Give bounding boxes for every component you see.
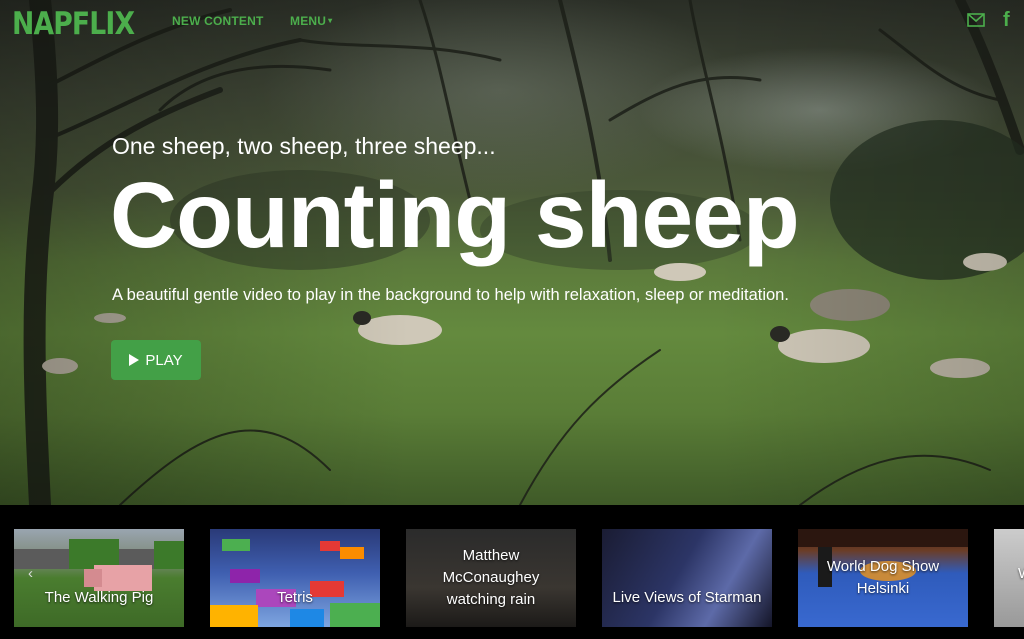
facebook-icon[interactable]: f bbox=[1003, 10, 1010, 30]
napflix-logo[interactable]: NAPFLIX bbox=[12, 9, 135, 40]
carousel-item-label: The Walking Pig bbox=[44, 589, 154, 606]
nav-new-content-link[interactable]: NEW CONTENT bbox=[172, 14, 264, 28]
play-icon bbox=[129, 354, 140, 366]
hero-title: Counting sheep bbox=[110, 163, 800, 267]
carousel-item-tetris[interactable]: Tetris bbox=[210, 529, 380, 627]
play-button-label: PLAY bbox=[145, 351, 183, 369]
carousel-item-label: Live Views of Starman bbox=[612, 589, 762, 606]
carousel-item-label: Tetris bbox=[277, 589, 313, 606]
carousel-item-label: Matthew McConaughey watching rain bbox=[442, 547, 540, 608]
carousel-item-walking-pig[interactable]: The Walking Pig bbox=[14, 529, 184, 627]
hero-description: A beautiful gentle video to play in the … bbox=[112, 286, 789, 304]
chevron-down-icon: ▾ bbox=[328, 16, 333, 25]
mail-icon[interactable] bbox=[967, 13, 985, 27]
hero-tagline: One sheep, two sheep, three sheep... bbox=[112, 133, 496, 159]
app: NAPFLIX NEW CONTENT MENU ▾ f One sheep, t… bbox=[0, 0, 1024, 639]
carousel-item-starman[interactable]: Live Views of Starman bbox=[602, 529, 772, 627]
chevron-left-icon[interactable]: ‹ bbox=[28, 565, 33, 582]
play-button[interactable]: PLAY bbox=[111, 340, 201, 380]
hero-banner: NAPFLIX NEW CONTENT MENU ▾ f One sheep, t… bbox=[0, 0, 1024, 505]
carousel-item-partial[interactable]: W bbox=[994, 529, 1024, 627]
nav-menu-label: MENU bbox=[290, 14, 327, 28]
top-navbar: NAPFLIX NEW CONTENT MENU ▾ f bbox=[0, 0, 1024, 44]
tetris-thumbnail-image bbox=[210, 539, 380, 627]
walking-pig-thumbnail-image bbox=[14, 539, 184, 591]
carousel-item-world-dog-show[interactable]: World Dog Show Helsinki bbox=[798, 529, 968, 627]
carousel-item-mcconaughey-rain[interactable]: Matthew McConaughey watching rain bbox=[406, 529, 576, 627]
carousel-item-label: W bbox=[1014, 563, 1024, 585]
nav-menu-dropdown[interactable]: MENU ▾ bbox=[290, 14, 332, 28]
carousel-item-label: World Dog Show Helsinki bbox=[826, 558, 940, 597]
video-carousel: The Walking Pig ‹ Tetris Matthew McConau… bbox=[0, 505, 1024, 639]
